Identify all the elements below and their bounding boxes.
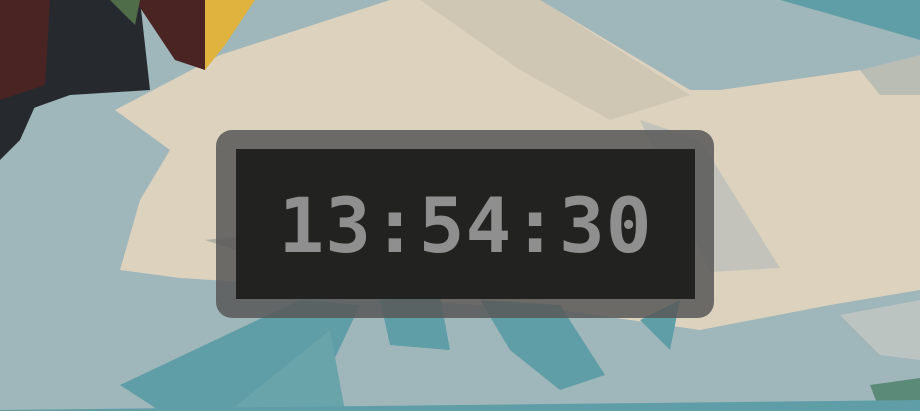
desktop: 13:54:30 [0,0,920,411]
clock-display: 13:54:30 [236,149,695,299]
clock-time: 13:54:30 [278,181,653,270]
